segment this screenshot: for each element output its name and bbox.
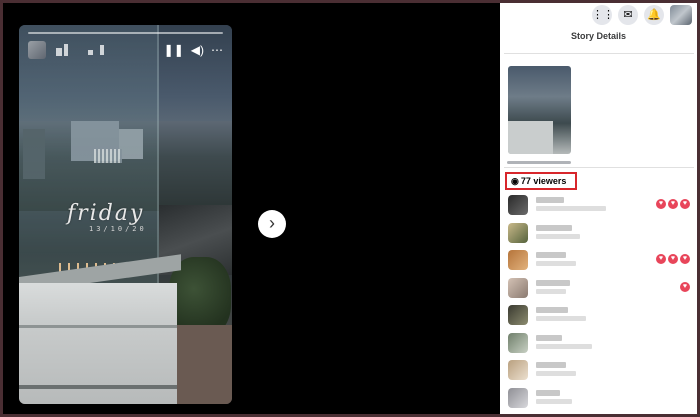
heart-reaction-icon: ♥ <box>680 254 690 264</box>
story-image-wall-stripe <box>19 325 177 328</box>
viewer-detail-redacted <box>536 343 592 349</box>
viewers-count[interactable]: ◉ 77 viewers <box>505 172 577 190</box>
viewer-row[interactable] <box>506 221 694 249</box>
story-thumbnail-wall <box>508 121 553 154</box>
story-media[interactable]: ❚❚ ◀) ⋯ friday 13/10/20 <box>19 25 232 404</box>
viewer-name-redacted <box>536 307 568 313</box>
chevron-right-icon: › <box>269 213 275 233</box>
story-thumbnail-indicator <box>507 161 571 164</box>
viewer-name-redacted <box>536 252 566 258</box>
heart-reaction-icon: ♥ <box>668 199 678 209</box>
story-header: ❚❚ ◀) ⋯ <box>28 41 223 61</box>
story-image-ground <box>177 325 232 404</box>
story-owner-name-redacted <box>64 44 68 56</box>
viewer-reactions: ♥ <box>680 281 690 292</box>
story-caption-text: friday <box>67 201 145 226</box>
viewer-detail-redacted <box>536 316 586 321</box>
viewer-detail-redacted <box>536 206 606 211</box>
viewers-count-label: 77 viewers <box>520 176 567 186</box>
viewer-detail-redacted <box>536 398 572 404</box>
viewer-name-redacted <box>536 362 566 368</box>
viewer-name-redacted <box>536 224 572 231</box>
top-bar: ⋮⋮ ✉ 🔔 <box>500 3 697 29</box>
viewer-avatar[interactable] <box>508 387 528 408</box>
viewer-row[interactable]: ♥ <box>506 276 694 304</box>
viewer-row[interactable] <box>506 331 694 359</box>
story-caption-date: 13/10/20 <box>89 225 147 233</box>
menu-grid-icon[interactable]: ⋮⋮ <box>592 5 614 25</box>
story-timestamp-redacted <box>88 50 93 55</box>
next-story-button[interactable]: › <box>258 210 286 238</box>
viewer-avatar[interactable] <box>508 305 528 325</box>
volume-icon[interactable]: ◀) <box>191 43 204 57</box>
viewer-detail-redacted <box>536 261 576 266</box>
viewer-avatar[interactable] <box>508 332 528 353</box>
story-progress-bar <box>28 32 223 34</box>
story-viewer: ❚❚ ◀) ⋯ friday 13/10/20 › <box>3 3 500 414</box>
heart-reaction-icon: ♥ <box>680 281 690 292</box>
viewer-name-redacted <box>536 389 560 396</box>
story-image-wall-stripe <box>19 385 177 389</box>
story-controls: ❚❚ ◀) ⋯ <box>164 43 223 57</box>
story-timestamp-redacted <box>100 45 104 55</box>
viewer-avatar[interactable] <box>508 222 528 243</box>
divider <box>504 53 694 54</box>
viewer-avatar[interactable] <box>508 250 528 270</box>
viewer-avatar[interactable] <box>508 277 528 298</box>
heart-reaction-icon: ♥ <box>656 254 666 264</box>
notifications-bell-icon[interactable]: 🔔 <box>644 5 664 25</box>
viewer-avatar[interactable] <box>508 195 528 215</box>
viewer-name-redacted <box>536 334 562 341</box>
viewer-row[interactable] <box>506 386 694 414</box>
divider <box>504 167 694 168</box>
viewer-detail-redacted <box>536 288 566 294</box>
more-options-icon[interactable]: ⋯ <box>211 43 223 57</box>
viewer-detail-redacted <box>536 371 576 376</box>
viewer-row[interactable]: ♥ ♥ ♥ <box>506 193 694 221</box>
viewer-detail-redacted <box>536 233 580 239</box>
viewer-row[interactable]: ♥ ♥ ♥ <box>506 248 694 276</box>
story-thumbnail[interactable] <box>508 66 571 154</box>
heart-reaction-icon: ♥ <box>668 254 678 264</box>
heart-reaction-icon: ♥ <box>680 199 690 209</box>
viewer-name-redacted <box>536 279 570 286</box>
account-avatar[interactable] <box>670 5 692 25</box>
viewer-avatar[interactable] <box>508 360 528 380</box>
messenger-icon[interactable]: ✉ <box>618 5 638 25</box>
story-owner-name-redacted <box>56 48 62 56</box>
story-details-panel: ⋮⋮ ✉ 🔔 Story Details ◉ 77 viewers ♥ ♥ ♥ ♥ ♥ ♥ ♥ <box>500 3 697 414</box>
viewer-reactions: ♥ ♥ ♥ <box>656 254 690 264</box>
pause-icon[interactable]: ❚❚ <box>164 43 184 57</box>
heart-reaction-icon: ♥ <box>656 199 666 209</box>
viewer-list: ♥ ♥ ♥ ♥ ♥ ♥ ♥ <box>506 193 694 413</box>
eye-icon: ◉ <box>511 176 519 186</box>
viewer-name-redacted <box>536 197 564 203</box>
app-window: ❚❚ ◀) ⋯ friday 13/10/20 › ⋮⋮ ✉ 🔔 Story D… <box>3 3 697 414</box>
panel-title: Story Details <box>570 31 627 41</box>
viewer-reactions: ♥ ♥ ♥ <box>656 199 690 209</box>
story-owner-avatar[interactable] <box>28 41 46 59</box>
story-image-glass <box>19 25 159 283</box>
viewer-row[interactable] <box>506 303 694 331</box>
viewer-row[interactable] <box>506 358 694 386</box>
